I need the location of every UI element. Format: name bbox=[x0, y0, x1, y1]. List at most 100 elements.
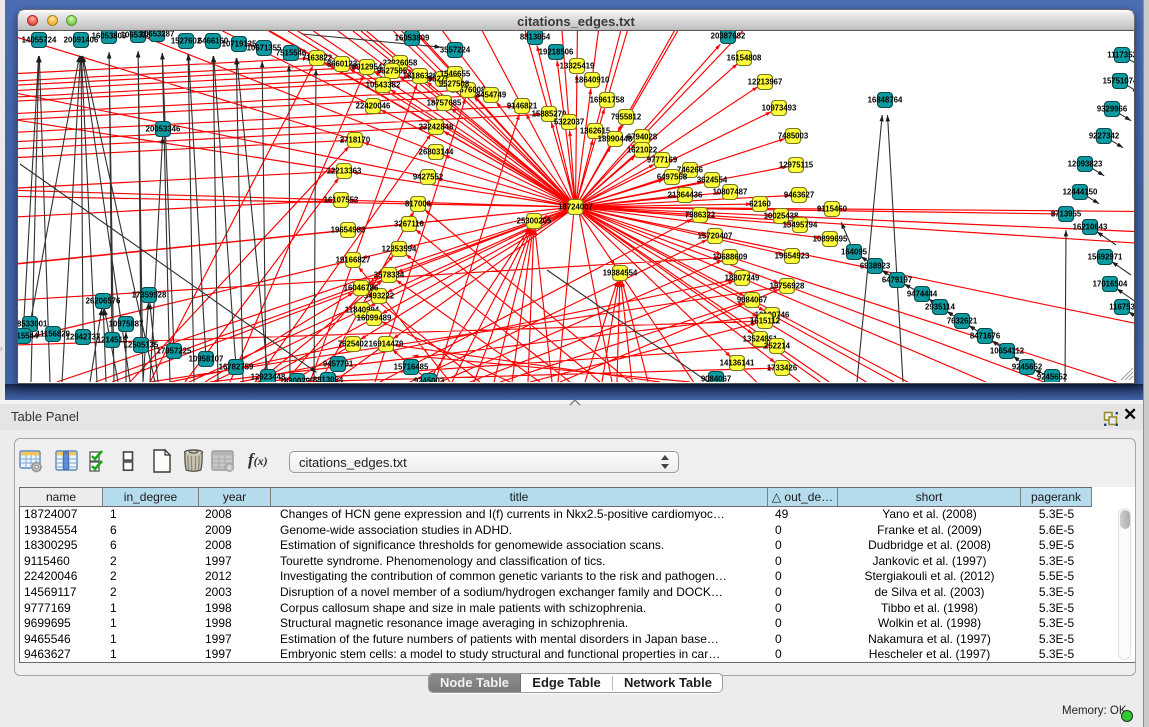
svg-text:10975887: 10975887 bbox=[109, 320, 144, 329]
svg-text:19218506: 19218506 bbox=[539, 48, 574, 57]
svg-text:12093823: 12093823 bbox=[1068, 160, 1103, 169]
svg-text:16914479: 16914479 bbox=[369, 340, 404, 349]
svg-text:16046786: 16046786 bbox=[344, 284, 379, 293]
svg-text:3578334: 3578334 bbox=[374, 271, 405, 280]
svg-text:1621022: 1621022 bbox=[627, 146, 658, 155]
svg-text:12444150: 12444150 bbox=[1063, 188, 1098, 197]
svg-text:18807249: 18807249 bbox=[725, 274, 760, 283]
svg-text:9245652: 9245652 bbox=[1012, 363, 1043, 372]
svg-text:16848764: 16848764 bbox=[868, 96, 903, 105]
svg-text:17016504: 17016504 bbox=[1093, 280, 1128, 289]
svg-text:26206576: 26206576 bbox=[86, 297, 121, 306]
svg-text:116753: 116753 bbox=[1109, 303, 1134, 312]
svg-text:1733426: 1733426 bbox=[767, 364, 798, 373]
svg-text:9245003: 9245003 bbox=[414, 377, 445, 382]
svg-text:5322037: 5322037 bbox=[554, 118, 584, 127]
svg-text:18533001: 18533001 bbox=[18, 320, 48, 329]
svg-text:19654923: 19654923 bbox=[775, 252, 810, 261]
svg-text:16053809: 16053809 bbox=[395, 34, 430, 43]
svg-text:9115460: 9115460 bbox=[817, 205, 848, 214]
svg-text:17359928: 17359928 bbox=[132, 291, 167, 300]
svg-text:14055724: 14055724 bbox=[22, 36, 57, 45]
svg-text:16210643: 16210643 bbox=[1073, 223, 1108, 232]
svg-text:18300295: 18300295 bbox=[280, 377, 315, 382]
svg-text:18640910: 18640910 bbox=[575, 76, 610, 85]
svg-text:14136141: 14136141 bbox=[720, 359, 755, 368]
svg-text:26803144: 26803144 bbox=[419, 148, 454, 157]
svg-text:9329966: 9329966 bbox=[1097, 105, 1128, 114]
svg-text:9457791: 9457791 bbox=[323, 360, 354, 369]
svg-text:12975115: 12975115 bbox=[779, 161, 814, 170]
svg-text:6794028: 6794028 bbox=[627, 133, 658, 142]
svg-text:16107553: 16107553 bbox=[324, 196, 359, 205]
svg-text:10899695: 10899695 bbox=[813, 235, 848, 244]
svg-text:164095: 164095 bbox=[841, 248, 868, 257]
svg-text:17957225: 17957225 bbox=[157, 347, 192, 356]
svg-text:8813054: 8813054 bbox=[313, 376, 344, 382]
svg-text:12942737: 12942737 bbox=[66, 333, 101, 342]
svg-text:12213967: 12213967 bbox=[748, 78, 783, 87]
svg-text:10654112: 10654112 bbox=[990, 347, 1025, 356]
svg-text:9084067: 9084067 bbox=[701, 375, 731, 382]
svg-text:1615112: 1615112 bbox=[750, 317, 781, 326]
svg-text:21364436: 21364436 bbox=[668, 191, 703, 200]
svg-text:19654983: 19654983 bbox=[331, 226, 366, 235]
svg-text:817006: 817006 bbox=[405, 200, 432, 209]
svg-text:25300205: 25300205 bbox=[517, 217, 552, 226]
svg-text:7955812: 7955812 bbox=[611, 113, 642, 122]
svg-text:20053346: 20053346 bbox=[146, 125, 181, 134]
svg-text:6938923: 6938923 bbox=[860, 262, 891, 271]
svg-text:8454749: 8454749 bbox=[476, 91, 507, 100]
svg-text:9463627: 9463627 bbox=[784, 191, 814, 200]
svg-text:9427552: 9427552 bbox=[413, 173, 444, 182]
svg-text:18724007: 18724007 bbox=[558, 203, 593, 212]
svg-text:16782759: 16782759 bbox=[219, 363, 254, 372]
svg-text:9777169: 9777169 bbox=[647, 156, 678, 165]
svg-text:3557224: 3557224 bbox=[440, 46, 471, 55]
svg-text:12213363: 12213363 bbox=[327, 167, 362, 176]
svg-text:22420046: 22420046 bbox=[356, 102, 391, 111]
svg-text:18757685: 18757685 bbox=[427, 99, 462, 108]
svg-text:8813054: 8813054 bbox=[520, 33, 551, 42]
svg-text:3267110: 3267110 bbox=[394, 220, 425, 229]
svg-text:62160: 62160 bbox=[749, 200, 771, 209]
svg-text:15751074: 15751074 bbox=[1103, 77, 1134, 86]
svg-text:23242848: 23242848 bbox=[419, 123, 454, 132]
svg-text:9227342: 9227342 bbox=[1089, 132, 1120, 141]
svg-text:16961758: 16961758 bbox=[590, 96, 625, 105]
svg-text:8713955: 8713955 bbox=[1051, 210, 1082, 219]
svg-text:10688609: 10688609 bbox=[713, 253, 748, 262]
svg-text:7632621: 7632621 bbox=[947, 317, 978, 326]
svg-text:15692971: 15692971 bbox=[1088, 253, 1123, 262]
svg-text:7625402: 7625402 bbox=[338, 340, 369, 349]
svg-text:1117353: 1117353 bbox=[1107, 51, 1134, 60]
svg-text:6479197: 6479197 bbox=[882, 276, 912, 285]
svg-text:16154808: 16154808 bbox=[727, 54, 762, 63]
svg-text:9527508: 9527508 bbox=[439, 80, 470, 89]
svg-text:20387682: 20387682 bbox=[711, 32, 746, 41]
svg-text:10807487: 10807487 bbox=[713, 188, 748, 197]
svg-text:19384554: 19384554 bbox=[603, 269, 638, 278]
svg-text:10973493: 10973493 bbox=[762, 104, 797, 113]
svg-text:9474444: 9474444 bbox=[907, 290, 938, 299]
svg-text:10653287: 10653287 bbox=[140, 31, 175, 39]
svg-text:8471676: 8471676 bbox=[970, 332, 1001, 341]
svg-text:7986322: 7986322 bbox=[685, 211, 716, 220]
svg-text:12353594: 12353594 bbox=[382, 245, 417, 254]
svg-text:10543382: 10543382 bbox=[366, 81, 401, 90]
svg-text:6497568: 6497568 bbox=[657, 173, 688, 182]
svg-text:13495794: 13495794 bbox=[783, 221, 818, 230]
svg-text:2935114: 2935114 bbox=[925, 303, 956, 312]
svg-text:9084067: 9084067 bbox=[737, 296, 767, 305]
svg-text:15716485: 15716485 bbox=[394, 363, 429, 372]
svg-text:3624554: 3624554 bbox=[697, 176, 728, 185]
svg-text:252214: 252214 bbox=[764, 342, 791, 351]
svg-text:13325419: 13325419 bbox=[560, 62, 595, 71]
svg-text:12505135: 12505135 bbox=[124, 341, 159, 350]
svg-text:19166827: 19166827 bbox=[336, 256, 371, 265]
svg-text:7485003: 7485003 bbox=[778, 132, 809, 141]
svg-text:16099489: 16099489 bbox=[357, 314, 392, 323]
svg-text:15720407: 15720407 bbox=[698, 232, 733, 241]
svg-text:19756928: 19756928 bbox=[770, 282, 805, 291]
svg-text:2718170: 2718170 bbox=[340, 136, 371, 145]
